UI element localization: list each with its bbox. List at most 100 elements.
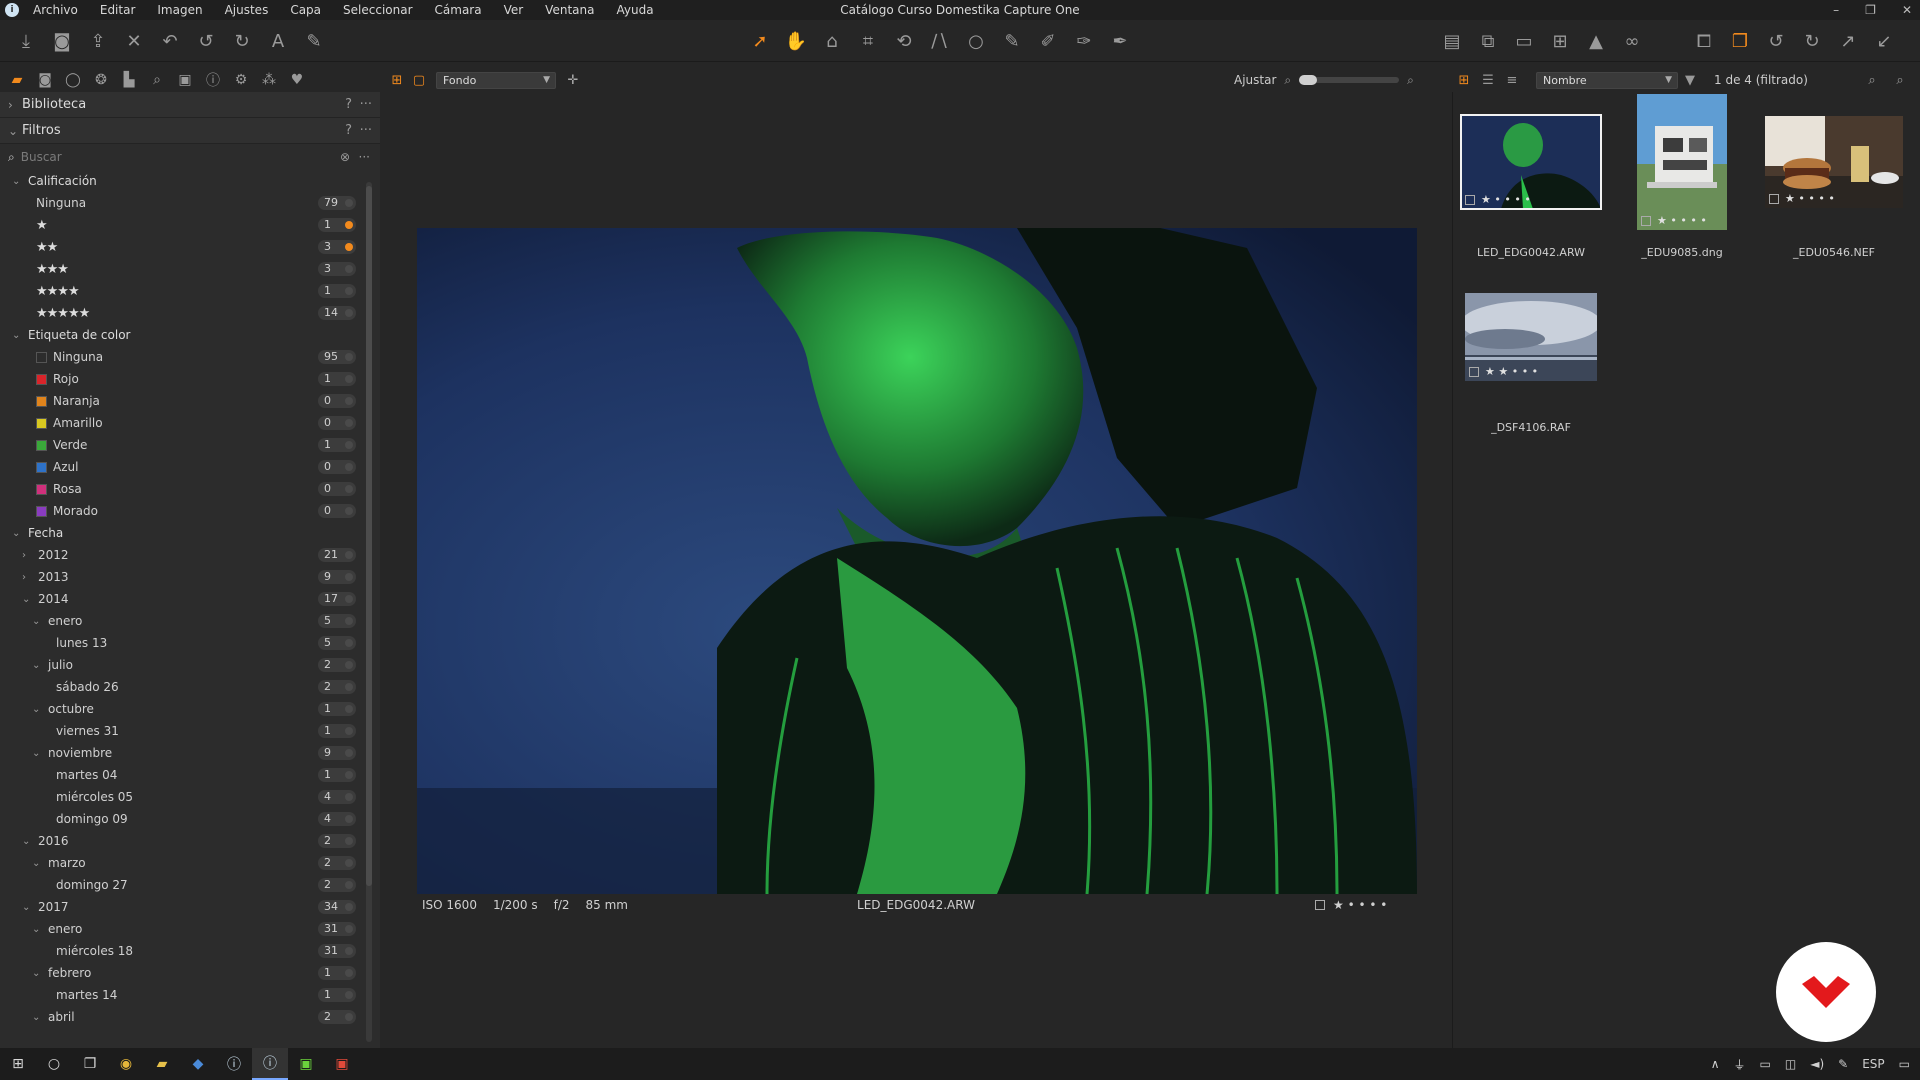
filter-toggle-dot[interactable] <box>345 463 353 471</box>
proof-icon[interactable]: ∞ <box>1614 31 1650 52</box>
exposure-warning-icon[interactable]: ▲ <box>1578 31 1614 52</box>
filter-toggle-dot[interactable] <box>345 199 353 207</box>
filter-toggle-dot[interactable] <box>345 881 353 889</box>
undo-icon[interactable]: ↶ <box>152 31 188 52</box>
viewer-icon[interactable]: ▤ <box>1434 31 1470 52</box>
rotate-right-icon[interactable]: ↻ <box>1794 31 1830 52</box>
rotate-icon[interactable]: ⟲ <box>886 31 922 52</box>
batch-tab-icon[interactable]: ⁂ <box>258 70 280 90</box>
filter-toggle-dot[interactable] <box>345 265 353 273</box>
date-filter-row[interactable]: ⌄ julio 2 <box>0 654 380 676</box>
redo-icon[interactable]: ↻ <box>224 31 260 52</box>
thumbnail-stars[interactable]: ★ • • • • <box>1657 214 1707 227</box>
chevron-down-icon[interactable]: ⌄ <box>22 902 34 913</box>
local-tab-icon[interactable]: ▣ <box>174 70 196 90</box>
chevron-down-icon[interactable]: ⌄ <box>32 858 44 869</box>
maximize-icon[interactable]: ❐ <box>1865 3 1876 17</box>
filter-toggle-dot[interactable] <box>345 859 353 867</box>
filter-toggle-dot[interactable] <box>345 925 353 933</box>
select-checkbox[interactable] <box>1465 194 1475 205</box>
battery-icon[interactable]: ▭ <box>1760 1057 1771 1071</box>
fecha-header[interactable]: ⌄ Fecha <box>0 522 380 544</box>
chevron-down-icon[interactable]: ⌄ <box>32 924 44 935</box>
metadata-tab-icon[interactable]: ⓘ <box>202 70 224 90</box>
thumbnail-item[interactable]: ★ • • • • _EDU9085.dng <box>1609 92 1755 259</box>
thumbnail-item[interactable]: ★ • • • • _EDU0546.NEF <box>1761 92 1907 259</box>
filter-toggle-dot[interactable] <box>345 903 353 911</box>
grid-view-icon[interactable]: ⊞ <box>1452 71 1476 89</box>
minimize-icon[interactable]: – <box>1833 3 1839 17</box>
exposure-tab-icon[interactable]: ▙ <box>118 70 140 90</box>
filter-toggle-dot[interactable] <box>345 551 353 559</box>
filter-toggle-dot[interactable] <box>345 309 353 317</box>
browser-icon[interactable]: ⧉ <box>1470 31 1506 52</box>
help-icon[interactable]: ? <box>345 123 352 138</box>
thumbnail-stars[interactable]: ★ ★ • • • <box>1485 365 1538 378</box>
date-filter-row[interactable]: ⌄ enero 31 <box>0 918 380 940</box>
filter-toggle-dot[interactable] <box>345 419 353 427</box>
filter-toggle-dot[interactable] <box>345 595 353 603</box>
filter-toggle-dot[interactable] <box>345 221 353 229</box>
date-filter-row[interactable]: ⌄ noviembre 9 <box>0 742 380 764</box>
more-icon[interactable]: ··· <box>360 97 372 112</box>
files-icon[interactable]: ▰ <box>144 1048 180 1080</box>
layers-icon[interactable]: ❐ <box>1722 31 1758 52</box>
select-checkbox[interactable] <box>1641 215 1651 226</box>
language-indicator[interactable]: ESP <box>1862 1057 1884 1071</box>
zoom-icon[interactable]: ⌕ <box>1860 71 1884 89</box>
color-label-row[interactable]: Ninguna 95 <box>0 346 380 368</box>
brush-icon[interactable]: ✎ <box>994 31 1030 52</box>
pen-icon[interactable]: ✎ <box>1838 1057 1848 1071</box>
search-circle-icon[interactable]: ○ <box>36 1048 72 1080</box>
picker-icon[interactable]: ✒ <box>1102 31 1138 52</box>
filter-toggle-dot[interactable] <box>345 243 353 251</box>
zoom-in-icon[interactable]: ⌕ <box>1407 73 1414 88</box>
date-filter-row[interactable]: miércoles 05 4 <box>0 786 380 808</box>
notifications-icon[interactable]: ▭ <box>1899 1057 1910 1071</box>
thumbnail-rating[interactable]: ★ • • • • <box>1769 192 1835 205</box>
lens-tab-icon[interactable]: ◯ <box>62 70 84 90</box>
filter-toggle-dot[interactable] <box>345 397 353 405</box>
keystone-icon[interactable]: ∕∖ <box>922 31 958 52</box>
thumbnail-rating[interactable]: ★ • • • • <box>1641 214 1707 227</box>
thumbnail-stars[interactable]: ★ • • • • <box>1785 192 1835 205</box>
capture-tab-icon[interactable]: ◙ <box>34 70 56 90</box>
filter-search[interactable]: ⌕ Buscar ⊗ ··· <box>0 144 380 170</box>
menu-ver[interactable]: Ver <box>504 3 524 17</box>
spot-icon[interactable]: ○ <box>958 31 994 52</box>
menu-imagen[interactable]: Imagen <box>157 3 202 17</box>
filter-toggle-dot[interactable] <box>345 353 353 361</box>
menu-seleccionar[interactable]: Seleccionar <box>343 3 412 17</box>
color-label-row[interactable]: Amarillo 0 <box>0 412 380 434</box>
rating-filter-row[interactable]: ★ 1 <box>0 214 380 236</box>
fit-label[interactable]: Ajustar <box>1234 73 1276 87</box>
output-tab-icon[interactable]: ⚙ <box>230 70 252 90</box>
grid-icon[interactable]: ⊞ <box>1542 31 1578 52</box>
monitor-icon[interactable]: ▭ <box>1506 31 1542 52</box>
filtros-header[interactable]: ⌄ Filtros ? ··· <box>0 118 380 144</box>
etiqueta-header[interactable]: ⌄ Etiqueta de color <box>0 324 380 346</box>
filter-toggle-dot[interactable] <box>345 507 353 515</box>
date-filter-row[interactable]: viernes 31 1 <box>0 720 380 742</box>
filter-toggle-dot[interactable] <box>345 749 353 757</box>
chevron-down-icon[interactable]: ⌄ <box>32 704 44 715</box>
color-label-row[interactable]: Naranja 0 <box>0 390 380 412</box>
help-icon[interactable]: ? <box>345 97 352 112</box>
select-checkbox[interactable] <box>1315 900 1325 910</box>
date-filter-row[interactable]: miércoles 18 31 <box>0 940 380 962</box>
menu-ajustes[interactable]: Ajustes <box>225 3 269 17</box>
captureone-icon[interactable]: ⓘ <box>216 1048 252 1080</box>
filter-toggle-dot[interactable] <box>345 441 353 449</box>
search-icon[interactable]: ⌕ <box>1888 71 1912 89</box>
zoom-slider-handle[interactable] <box>1299 75 1318 85</box>
more-icon[interactable]: ··· <box>359 150 370 164</box>
chevron-right-icon[interactable]: › <box>22 572 34 583</box>
gradient-icon[interactable]: ✑ <box>1066 31 1102 52</box>
chevron-down-icon[interactable]: ⌄ <box>22 836 34 847</box>
chevron-down-icon[interactable]: ⌄ <box>32 968 44 979</box>
clear-icon[interactable]: ⊗ <box>340 150 350 164</box>
menu-capa[interactable]: Capa <box>290 3 321 17</box>
close-icon[interactable]: ✕ <box>1902 3 1912 17</box>
compare-icon[interactable]: ⧠ <box>1686 31 1722 52</box>
filter-toggle-dot[interactable] <box>345 661 353 669</box>
